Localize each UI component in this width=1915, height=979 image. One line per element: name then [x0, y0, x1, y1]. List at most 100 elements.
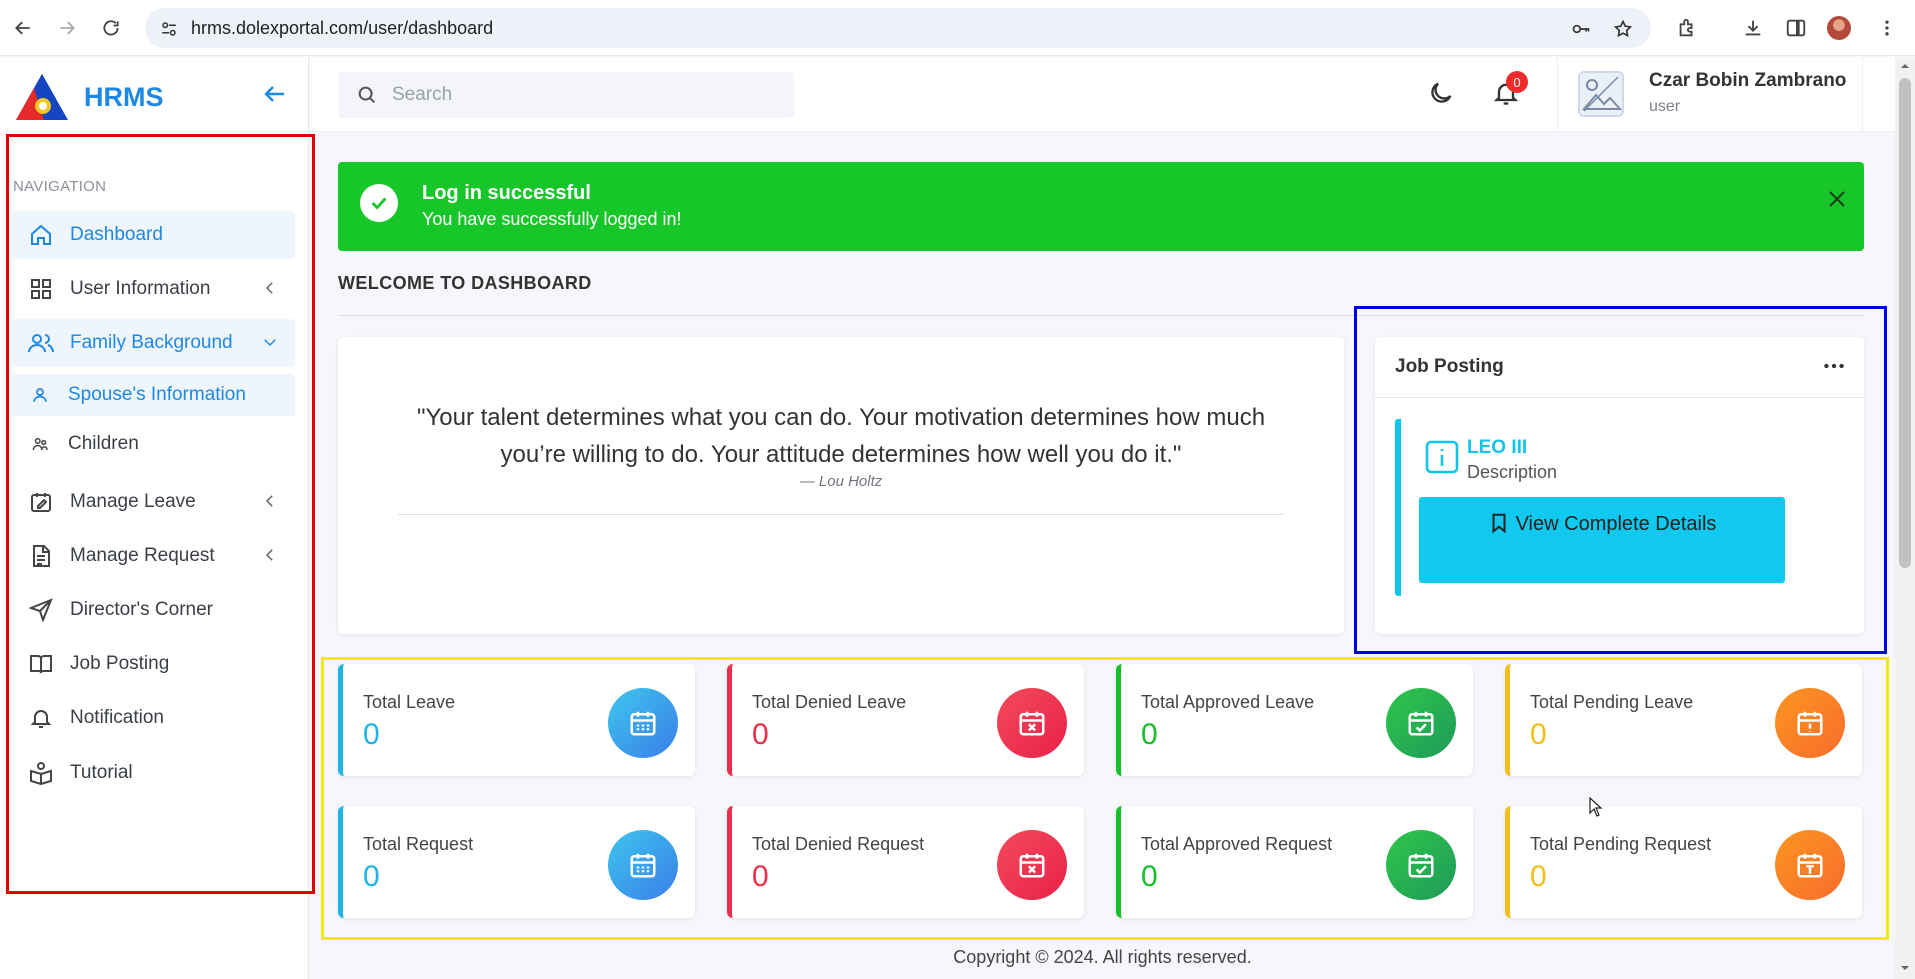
alert-title: Log in successful: [422, 182, 591, 204]
stat-card-total-denied-leave[interactable]: Total Denied Leave 0: [727, 664, 1084, 776]
job-name[interactable]: LEO III: [1467, 437, 1527, 459]
stat-card-total-approved-request[interactable]: Total Approved Request 0: [1116, 806, 1473, 918]
stat-card-total-request[interactable]: Total Request 0: [338, 806, 695, 918]
download-icon[interactable]: [1739, 14, 1767, 42]
sidebar-item-directors-corner[interactable]: Director's Corner: [12, 586, 295, 634]
reload-icon[interactable]: [97, 14, 125, 42]
stat-card-total-approved-leave[interactable]: Total Approved Leave 0: [1116, 664, 1473, 776]
sidebar-item-job-posting[interactable]: Job Posting: [12, 640, 295, 688]
sidebar-item-label: Family Background: [70, 332, 233, 353]
sidebar-item-label: User Information: [70, 278, 211, 299]
mouse-cursor-icon: [1589, 797, 1603, 817]
grid-icon: [28, 276, 54, 302]
search-input[interactable]: [392, 84, 772, 106]
bookmark-star-icon[interactable]: [1611, 17, 1635, 41]
stat-card-total-pending-request[interactable]: Total Pending Request 0: [1505, 806, 1862, 918]
sidebar-item-label: Dashboard: [70, 224, 163, 245]
extensions-icon[interactable]: [1673, 14, 1701, 42]
calendar-x-icon: [997, 830, 1067, 900]
user-name[interactable]: Czar Bobin Zambrano: [1649, 70, 1846, 92]
more-options-icon[interactable]: [1821, 353, 1847, 379]
book-icon: [28, 651, 54, 677]
quote-text: "Your talent determines what you can do.…: [416, 404, 1266, 468]
scroll-up-arrow-icon[interactable]: [1899, 60, 1911, 72]
chevron-left-icon: [261, 492, 279, 510]
divider: [1862, 57, 1863, 132]
divider: [1375, 397, 1864, 398]
job-posting-card: Job Posting LEO III Description View Com…: [1375, 337, 1864, 634]
info-icon: [1424, 439, 1460, 475]
scroll-down-arrow-icon[interactable]: [1899, 962, 1911, 974]
user-role: user: [1649, 98, 1681, 115]
sidebar-item-label: Manage Leave: [70, 491, 196, 512]
scrollbar-thumb[interactable]: [1899, 78, 1911, 568]
address-bar[interactable]: hrms.dolexportal.com/user/dashboard: [145, 8, 1651, 48]
users-icon: [28, 330, 54, 356]
bookmark-icon: [1488, 512, 1510, 534]
stat-card-total-leave[interactable]: Total Leave 0: [338, 664, 695, 776]
button-label: View Complete Details: [1515, 513, 1717, 535]
divider: [1557, 57, 1558, 132]
stat-label: Total Request: [363, 834, 474, 854]
view-complete-details-button[interactable]: View Complete Details: [1419, 497, 1785, 583]
stat-label: Total Denied Leave: [752, 692, 907, 712]
job-posting-title: Job Posting: [1395, 356, 1504, 377]
stat-value: 0: [363, 860, 380, 893]
stat-card-total-pending-leave[interactable]: Total Pending Leave 0: [1505, 664, 1862, 776]
stat-value: 0: [1530, 860, 1547, 893]
chevron-down-icon: [261, 333, 279, 351]
sidebar-item-family-background[interactable]: Family Background: [12, 319, 295, 367]
stat-value: 0: [1141, 860, 1158, 893]
url-text: hrms.dolexportal.com/user/dashboard: [191, 18, 494, 38]
edit-calendar-icon: [28, 489, 54, 515]
search-box[interactable]: [338, 72, 794, 118]
notification-count-badge: 0: [1506, 71, 1528, 93]
sidebar-item-notification[interactable]: Notification: [12, 694, 295, 742]
quote-author: — Lou Holtz: [799, 473, 883, 490]
chrome-menu-icon[interactable]: [1873, 14, 1901, 42]
quote-card: "Your talent determines what you can do.…: [338, 337, 1344, 634]
nav-heading: NAVIGATION: [13, 178, 107, 195]
calendar-icon: [608, 688, 678, 758]
side-panel-icon[interactable]: [1782, 14, 1810, 42]
user-icon: [30, 385, 50, 405]
stat-label: Total Approved Leave: [1141, 692, 1315, 712]
calendar-check-icon: [1386, 688, 1456, 758]
top-bar: 0 Czar Bobin Zambrano user: [310, 57, 1915, 132]
dark-mode-moon-icon[interactable]: [1427, 79, 1457, 109]
stat-label: Total Leave: [363, 692, 456, 712]
job-posting-item: LEO III Description View Complete Detail…: [1395, 419, 1843, 596]
bell-icon: [28, 705, 54, 731]
profile-avatar[interactable]: [1825, 14, 1853, 42]
avatar[interactable]: [1578, 71, 1624, 117]
key-icon[interactable]: [1569, 17, 1593, 41]
sidebar-item-tutorial[interactable]: Tutorial: [12, 749, 295, 797]
login-success-alert: Log in successful You have successfully …: [338, 162, 1864, 251]
brand-name: HRMS: [84, 81, 164, 112]
stat-label: Total Denied Request: [752, 834, 925, 854]
back-icon[interactable]: [9, 14, 37, 42]
calendar-exclamation-icon: [1775, 688, 1845, 758]
sidebar-item-spouses-information[interactable]: Spouse's Information: [12, 374, 295, 416]
stat-value: 0: [1530, 718, 1547, 751]
close-icon[interactable]: [1825, 187, 1849, 211]
sidebar-item-children[interactable]: Children: [12, 423, 295, 465]
brand[interactable]: HRMS: [14, 69, 164, 125]
sidebar-item-dashboard[interactable]: Dashboard: [12, 211, 295, 259]
stat-label: Total Approved Request: [1141, 834, 1333, 854]
stat-card-total-denied-request[interactable]: Total Denied Request 0: [727, 806, 1084, 918]
sidebar-item-manage-leave[interactable]: Manage Leave: [12, 478, 295, 526]
divider: [398, 514, 1284, 515]
collapse-sidebar-icon[interactable]: [260, 79, 290, 109]
stat-value: 0: [1141, 718, 1158, 751]
site-settings-icon[interactable]: [157, 17, 181, 41]
sidebar-item-manage-request[interactable]: Manage Request: [12, 532, 295, 580]
sidebar-item-label: Spouse's Information: [68, 384, 246, 405]
browser-toolbar: hrms.dolexportal.com/user/dashboard: [0, 0, 1915, 56]
sidebar-item-user-information[interactable]: User Information: [12, 265, 295, 313]
reader-icon: [28, 760, 54, 786]
hrms-logo-icon: [16, 74, 68, 120]
sidebar-item-label: Children: [68, 433, 139, 454]
check-circle-icon: [360, 184, 398, 222]
forward-icon[interactable]: [53, 14, 81, 42]
